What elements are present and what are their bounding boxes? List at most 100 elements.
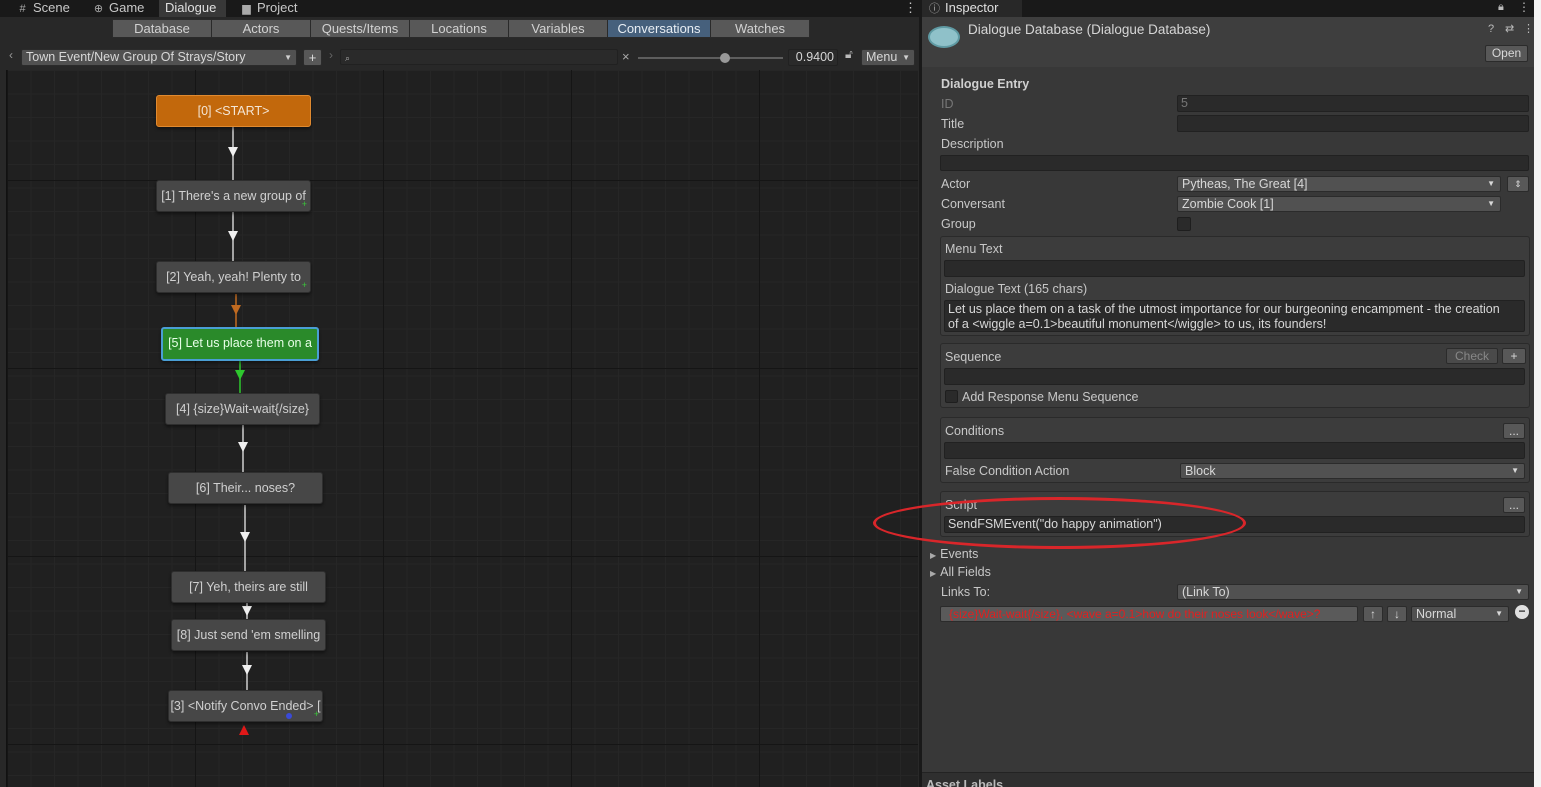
node-label: [8] Just send 'em smelling xyxy=(176,628,321,642)
link-dot-icon xyxy=(286,713,292,719)
settings-sliders-icon[interactable]: ⇄ xyxy=(1505,22,1514,35)
node-label: [1] There's a new group of xyxy=(161,189,306,203)
lock-icon[interactable]: 🔓︎ xyxy=(845,47,853,62)
open-button[interactable]: Open xyxy=(1485,45,1528,62)
tab-watches[interactable]: Watches xyxy=(710,19,810,38)
tab-actors[interactable]: Actors xyxy=(211,19,311,38)
menu-text-label: Menu Text xyxy=(945,242,1003,256)
arrow-head-icon xyxy=(240,532,250,542)
chevron-down-icon: ▼ xyxy=(1487,199,1495,208)
dialogue-node[interactable]: [8] Just send 'em smelling xyxy=(171,619,326,651)
conditions-menu-button[interactable]: ... xyxy=(1503,423,1525,439)
dialogue-node[interactable]: [0] <START> xyxy=(156,95,311,127)
menu-text-field[interactable] xyxy=(944,260,1525,277)
section-title: Dialogue Entry xyxy=(941,77,1030,91)
conversant-value: Zombie Cook [1] xyxy=(1182,197,1274,211)
clear-search-button[interactable]: × xyxy=(622,49,630,64)
help-icon[interactable]: ? xyxy=(1488,23,1494,35)
dialogue-text-line: of a <wiggle a=0.1>beautiful monument</w… xyxy=(948,317,1327,331)
sequence-field[interactable] xyxy=(944,368,1525,385)
dialogue-text-field[interactable]: Let us place them on a task of the utmos… xyxy=(944,300,1525,332)
dialogue-node[interactable]: [6] Their... noses? xyxy=(168,472,323,504)
all-fields-foldout[interactable]: ▶ All Fields xyxy=(930,565,991,579)
dialogue-node[interactable]: [3] <Notify Convo Ended> [+ xyxy=(168,690,323,722)
zoom-value-field[interactable]: 0.9400 xyxy=(788,49,838,66)
add-response-checkbox[interactable] xyxy=(945,390,958,403)
search-icon: ⌕ xyxy=(345,53,351,63)
link-entry-button[interactable]: {size}Wait-wait{/size}, <wave a=0.1>how … xyxy=(940,606,1358,622)
arrow-head-icon xyxy=(228,231,238,241)
tab-conversations[interactable]: Conversations xyxy=(607,19,711,38)
tab-locations[interactable]: Locations xyxy=(409,19,509,38)
lock-icon[interactable]: 🔒︎ xyxy=(1498,1,1504,14)
move-down-icon[interactable]: ↓ xyxy=(1387,606,1407,622)
tab-dialogue-label: Dialogue xyxy=(165,0,217,15)
links-to-dropdown[interactable]: (Link To) ▼ xyxy=(1177,584,1529,600)
false-condition-dropdown[interactable]: Block ▼ xyxy=(1180,463,1525,479)
actor-label: Actor xyxy=(941,177,971,191)
dialogue-node[interactable]: [1] There's a new group of + xyxy=(156,180,311,212)
false-condition-label: False Condition Action xyxy=(945,464,1070,478)
tab-inspector[interactable]: ⓘ Inspector xyxy=(922,0,1022,17)
more-options-icon[interactable]: ⋮ xyxy=(1523,22,1534,35)
node-label: [0] <START> xyxy=(197,104,270,118)
node-connections xyxy=(228,127,252,735)
arrow-head-icon xyxy=(238,442,248,452)
move-up-icon[interactable]: ↑ xyxy=(1363,606,1383,622)
check-button[interactable]: Check xyxy=(1446,348,1498,364)
dialogue-node[interactable]: [7] Yeh, theirs are still xyxy=(171,571,326,603)
tab-database[interactable]: Database xyxy=(112,19,212,38)
actor-value: Pytheas, The Great [4] xyxy=(1182,177,1308,191)
add-conversation-button[interactable]: + xyxy=(303,49,322,66)
zoom-slider-handle[interactable] xyxy=(720,53,730,63)
zoom-slider-track[interactable] xyxy=(638,57,783,59)
sequence-label: Sequence xyxy=(945,350,1002,364)
tab-project[interactable]: ▆ Project xyxy=(234,0,303,17)
folder-icon: ▆ xyxy=(242,3,251,15)
group-checkbox[interactable] xyxy=(1177,217,1191,231)
speech-bubble-icon xyxy=(928,26,960,48)
menu-dropdown[interactable]: Menu ▼ xyxy=(861,49,915,66)
triangle-right-icon: ▶ xyxy=(930,569,937,578)
actor-swap-button[interactable]: ⇕ xyxy=(1507,176,1529,192)
tab-game[interactable]: ⊕ Game xyxy=(86,0,150,17)
node-graph-canvas[interactable]: [0] <START> [1] There's a new group of + … xyxy=(6,70,918,787)
conversant-dropdown[interactable]: Zombie Cook [1] ▼ xyxy=(1177,196,1501,212)
arrow-head-icon xyxy=(242,606,252,616)
script-menu-button[interactable]: ... xyxy=(1503,497,1525,513)
dialogue-editor-window: # Scene ⊕ Game Dialogue ▆ Project ⋮ Databas… xyxy=(0,0,920,787)
description-field[interactable] xyxy=(940,155,1529,171)
node-label: [2] Yeah, yeah! Plenty to xyxy=(166,270,301,284)
events-foldout[interactable]: ▶ Events xyxy=(930,547,978,561)
add-sequence-button[interactable]: + xyxy=(1502,348,1526,364)
chevron-down-icon: ▼ xyxy=(284,53,292,62)
tab-quests-items[interactable]: Quests/Items xyxy=(310,19,410,38)
link-out-icon: + xyxy=(313,709,319,719)
dialogue-node-selected[interactable]: [5] Let us place them on a xyxy=(161,327,319,361)
chevron-down-icon: ▼ xyxy=(1487,179,1495,188)
links-to-value: (Link To) xyxy=(1182,585,1230,599)
conversant-label: Conversant xyxy=(941,197,1005,211)
link-out-icon: + xyxy=(301,280,307,290)
node-label: [3] <Notify Convo Ended> [ xyxy=(170,699,321,713)
search-input[interactable]: ⌕ xyxy=(340,49,618,65)
inspector-tab-bar: ⓘ Inspector 🔒︎ ⋮ xyxy=(922,0,1534,17)
conditions-field[interactable] xyxy=(944,442,1525,459)
remove-link-icon[interactable]: − xyxy=(1515,605,1529,619)
dialogue-node[interactable]: [2] Yeah, yeah! Plenty to + xyxy=(156,261,311,293)
tab-scene[interactable]: # Scene xyxy=(10,0,76,17)
dialogue-node[interactable]: [4] {size}Wait-wait{/size} xyxy=(165,393,320,425)
actor-dropdown[interactable]: Pytheas, The Great [4] ▼ xyxy=(1177,176,1501,192)
links-to-label: Links To: xyxy=(941,585,991,599)
conversation-selector[interactable]: Town Event/New Group Of Strays/Story ▼ xyxy=(21,49,297,66)
tab-variables[interactable]: Variables xyxy=(508,19,608,38)
chevron-down-icon: ▼ xyxy=(1515,587,1523,596)
tab-dialogue[interactable]: Dialogue xyxy=(159,0,226,17)
chevron-down-icon: ▼ xyxy=(1511,466,1519,475)
link-priority-dropdown[interactable]: Normal ▼ xyxy=(1411,606,1509,622)
more-options-icon[interactable]: ⋮ xyxy=(1518,0,1530,14)
prev-arrow-icon[interactable]: ‹ xyxy=(9,48,13,62)
title-field[interactable] xyxy=(1177,115,1529,132)
description-label: Description xyxy=(941,137,1004,151)
next-arrow-icon[interactable]: › xyxy=(329,48,333,62)
